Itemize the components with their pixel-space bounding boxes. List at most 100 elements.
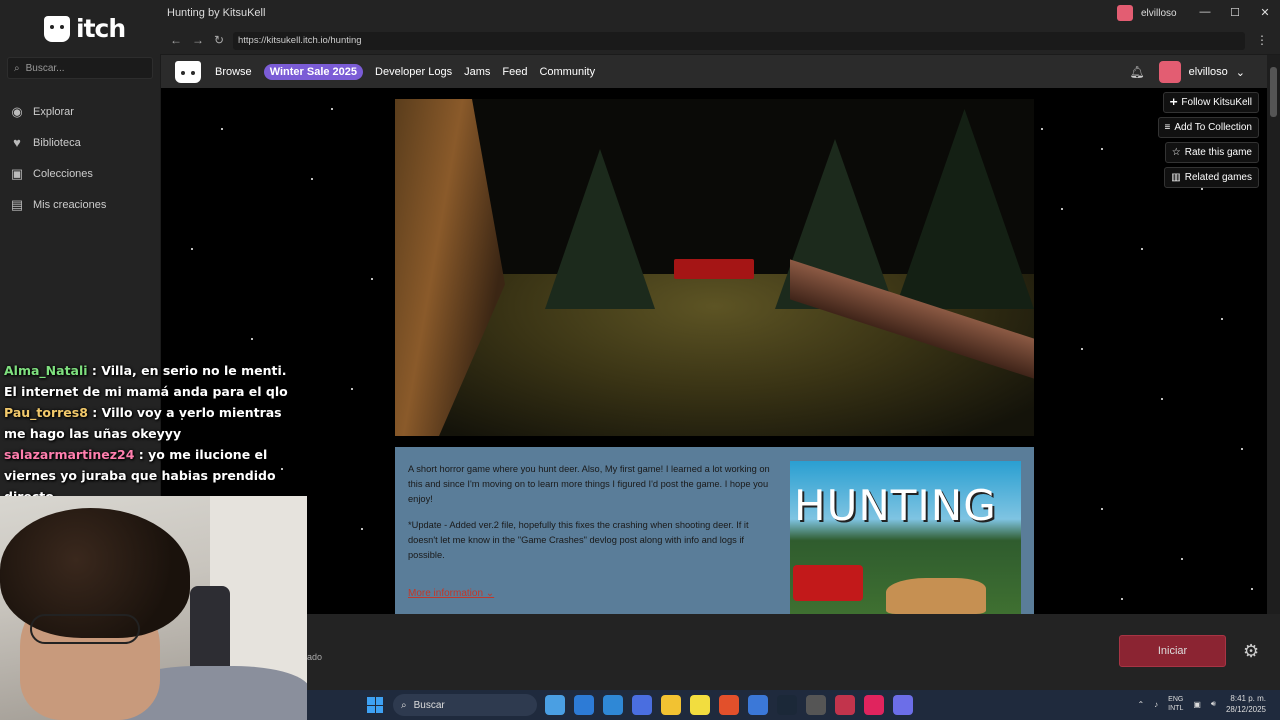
titlebar-user[interactable]: elvilloso (1117, 5, 1177, 21)
star (221, 128, 223, 130)
nav-winter-sale[interactable]: Winter Sale 2025 (263, 63, 364, 80)
game-screenshot[interactable] (395, 99, 1034, 436)
star (251, 338, 253, 340)
chevron-up-icon[interactable]: ⌃ (1137, 700, 1144, 709)
itch-site-logo-icon[interactable] (175, 60, 201, 83)
windows-start-icon[interactable] (367, 697, 383, 713)
description-paragraph: A short horror game where you hunt deer.… (408, 464, 770, 504)
taskbar-app-icon[interactable] (661, 695, 681, 715)
clock[interactable]: 8:41 p. m. 28/12/2025 (1226, 693, 1266, 715)
star (1101, 148, 1103, 150)
taskbar-app-icon[interactable] (603, 695, 623, 715)
screenshot-tree (545, 149, 655, 309)
bell-icon[interactable]: 🔔︎ (1129, 65, 1144, 79)
heart-icon: ♥ (13, 134, 21, 150)
taskbar-app-icon[interactable] (748, 695, 768, 715)
taskbar-app-icon[interactable] (893, 695, 913, 715)
language-indicator[interactable]: ENG INTL (1168, 695, 1183, 713)
page-scrollbar[interactable] (1267, 55, 1280, 614)
nav-developer-logs[interactable]: Developer Logs (375, 66, 452, 78)
star (191, 248, 193, 250)
taskbar-search[interactable]: ⌕ Buscar (393, 694, 537, 716)
nav-community[interactable]: Community (539, 66, 595, 78)
sidebar-nav: ◉ Explorar ♥ Biblioteca ▣ Colecciones ▤ … (0, 96, 160, 220)
add-to-collection-button[interactable]: ≡ Add To Collection (1157, 117, 1259, 138)
taskbar-app-icon[interactable] (632, 695, 652, 715)
avatar[interactable] (1158, 61, 1181, 83)
rate-game-button[interactable]: ☆ Rate this game (1164, 142, 1259, 163)
star-icon: ☆ (1171, 147, 1181, 158)
chat-username: salazarmartinez24 (4, 447, 135, 462)
network-icon[interactable]: ▣ (1193, 700, 1201, 709)
game-actions: ➕︎ Follow KitsuKell ≡ Add To Collection ☆ R… (1157, 92, 1259, 188)
related-games-button[interactable]: ▥ Related games (1164, 167, 1259, 188)
nav-browse[interactable]: Browse (215, 66, 252, 78)
cover-title: HUNTING (794, 481, 997, 530)
forward-arrow-icon[interactable]: → (192, 33, 204, 47)
titlebar-username: elvilloso (1141, 7, 1177, 19)
taskbar-app-icon[interactable] (806, 695, 826, 715)
avatar (1117, 5, 1133, 21)
taskbar-app-icon[interactable] (719, 695, 739, 715)
nav-jams[interactable]: Jams (464, 66, 490, 78)
browser-nav: ← → ↻ (170, 33, 224, 47)
itch-site-header: Browse Winter Sale 2025 Developer Logs J… (161, 55, 1267, 88)
star (1251, 588, 1253, 590)
sidebar-item-colecciones[interactable]: ▣ Colecciones (0, 158, 160, 189)
star (1221, 318, 1223, 320)
taskbar-app-icon[interactable] (835, 695, 855, 715)
scroll-thumb[interactable] (1270, 67, 1277, 117)
add-collection-label: Add To Collection (1174, 122, 1252, 133)
maximize-button[interactable]: ☐ (1220, 0, 1250, 24)
itch-logo[interactable]: itch (44, 14, 126, 43)
creations-icon: ▤ (10, 196, 24, 212)
taskbar-app-icon[interactable] (690, 695, 710, 715)
webcam-overlay (0, 496, 307, 720)
address-bar: ← → ↻ https://kitsukell.itch.io/hunting … (160, 28, 1280, 54)
taskbar-app-icon[interactable] (777, 695, 797, 715)
clock-time: 8:41 p. m. (1230, 694, 1266, 703)
chevron-down-icon[interactable]: ⌄ (1236, 66, 1245, 79)
star (331, 108, 333, 110)
header-user-area: 🔔︎ elvilloso ⌄ (1129, 61, 1245, 83)
taskbar-app-icon[interactable] (574, 695, 594, 715)
taskbar-app-icon[interactable] (545, 695, 565, 715)
url-field[interactable]: https://kitsukell.itch.io/hunting (233, 32, 1245, 50)
game-page: A short horror game where you hunt deer.… (161, 88, 1267, 614)
sidebar-item-biblioteca[interactable]: ♥ Biblioteca (0, 127, 160, 158)
window-title: Hunting by KitsuKell (167, 7, 266, 19)
volume-icon[interactable]: 🔊︎ (1211, 699, 1216, 709)
back-arrow-icon[interactable]: ← (170, 33, 182, 47)
screenshot-truck (674, 259, 754, 279)
window-titlebar: Hunting by KitsuKell elvilloso — ☐ ✕ (160, 0, 1280, 28)
close-button[interactable]: ✕ (1250, 0, 1280, 24)
header-username[interactable]: elvilloso (1189, 66, 1228, 78)
microphone-icon[interactable]: ♪ (1154, 700, 1158, 709)
taskbar-app-icon[interactable] (864, 695, 884, 715)
reload-icon[interactable]: ↻ (214, 33, 224, 47)
itch-logo-text: itch (76, 14, 126, 43)
sidebar-item-label: Explorar (33, 105, 74, 118)
window-controls: — ☐ ✕ (1190, 0, 1280, 24)
more-information-link[interactable]: More information ⌄ (408, 588, 494, 599)
star (1061, 208, 1063, 210)
follow-button[interactable]: ➕︎ Follow KitsuKell (1162, 92, 1259, 113)
gear-icon[interactable]: ⚙ (1243, 641, 1259, 662)
follow-label: Follow KitsuKell (1181, 97, 1252, 108)
sidebar-item-explorar[interactable]: ◉ Explorar (0, 96, 160, 127)
star (311, 178, 313, 180)
star (1181, 558, 1183, 560)
related-label: Related games (1184, 172, 1252, 183)
sidebar-item-label: Colecciones (33, 167, 93, 180)
game-cover-image[interactable]: HUNTING (790, 461, 1021, 614)
map-icon: ▥ (1171, 172, 1181, 183)
sidebar-search-input[interactable]: ⌕ Buscar... (7, 57, 153, 79)
more-options-icon[interactable]: ⋮ (1256, 33, 1268, 47)
minimize-button[interactable]: — (1190, 0, 1220, 24)
launch-button[interactable]: Iniciar (1119, 635, 1226, 667)
sidebar-item-mis-creaciones[interactable]: ▤ Mis creaciones (0, 189, 160, 220)
nav-feed[interactable]: Feed (502, 66, 527, 78)
rate-label: Rate this game (1184, 147, 1252, 158)
star (1241, 448, 1243, 450)
screenshot-tree (895, 109, 1034, 309)
